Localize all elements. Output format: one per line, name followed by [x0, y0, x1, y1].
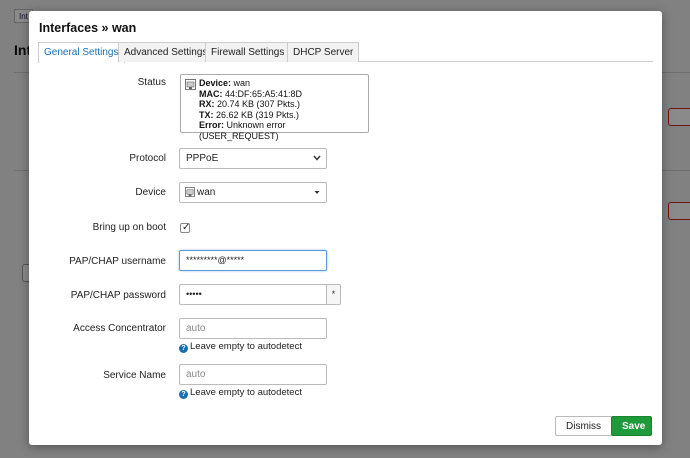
status-panel: Device: wan MAC: 44:DF:65:A5:41:8D RX: 2… [180, 74, 369, 141]
tab-general-settings[interactable]: General Settings [38, 42, 125, 63]
username-input[interactable]: *********@***** [179, 250, 327, 271]
dialog-title: Interfaces » wan [39, 21, 137, 35]
tab-dhcp-server[interactable]: DHCP Server [287, 42, 360, 62]
status-mac: MAC: 44:DF:65:A5:41:8D [199, 88, 303, 99]
dismiss-button[interactable]: Dismiss [555, 416, 612, 436]
status-rx: RX: 20.74 KB (307 Pkts.) [199, 99, 301, 109]
password-label: PAP/CHAP password [70, 290, 166, 301]
protocol-select-value: PPPoE [186, 153, 219, 164]
service-name-input[interactable]: auto [179, 364, 327, 385]
concentrator-hint-text: Leave empty to autodetect [190, 341, 302, 352]
ethernet-port-icon [185, 187, 195, 197]
protocol-select[interactable]: PPPoE [179, 148, 327, 169]
service-name-placeholder: auto [186, 369, 206, 380]
device-select-value: wan [197, 187, 216, 198]
help-icon: ? [179, 344, 188, 353]
status-tx: TX: 26.62 KB (319 Pkts.) [199, 109, 300, 120]
status-device: Device: wan [199, 78, 251, 88]
device-label: Device [135, 187, 166, 198]
access-concentrator-input[interactable]: auto [179, 318, 327, 339]
tab-bar: General Settings Advanced Settings Firew… [38, 42, 653, 63]
service-name-hint: ? Leave empty to autodetect [179, 387, 302, 399]
reveal-password-button[interactable]: * [326, 284, 341, 305]
caret-down-icon [314, 191, 320, 194]
tab-advanced-settings[interactable]: Advanced Settings [118, 42, 214, 62]
username-label: PAP/CHAP username [69, 256, 166, 267]
ethernet-port-icon [185, 79, 196, 90]
service-name-hint-text: Leave empty to autodetect [190, 387, 302, 398]
service-name-label: Service Name [103, 370, 166, 381]
username-input-value: *********@***** [186, 255, 245, 265]
save-button[interactable]: Save [611, 416, 652, 436]
concentrator-label: Access Concentrator [73, 323, 166, 334]
device-select[interactable]: wan [179, 182, 327, 203]
chevron-down-icon [313, 155, 321, 161]
protocol-label: Protocol [129, 153, 166, 164]
help-icon: ? [179, 390, 188, 399]
concentrator-hint: ? Leave empty to autodetect [179, 341, 302, 353]
interface-edit-dialog: Interfaces » wan General Settings Advanc… [29, 11, 662, 445]
password-input-value: ••••• [186, 289, 202, 299]
boot-label: Bring up on boot [92, 222, 166, 233]
tab-firewall-settings[interactable]: Firewall Settings [205, 42, 291, 62]
access-concentrator-placeholder: auto [186, 323, 206, 334]
password-input[interactable]: ••••• [179, 284, 327, 305]
status-error: Error: Unknown error (USER_REQUEST) [199, 120, 286, 141]
bring-up-on-boot-checkbox[interactable]: ✓ [180, 222, 191, 233]
checkmark-icon: ✓ [182, 222, 191, 233]
status-label: Status [137, 77, 166, 88]
